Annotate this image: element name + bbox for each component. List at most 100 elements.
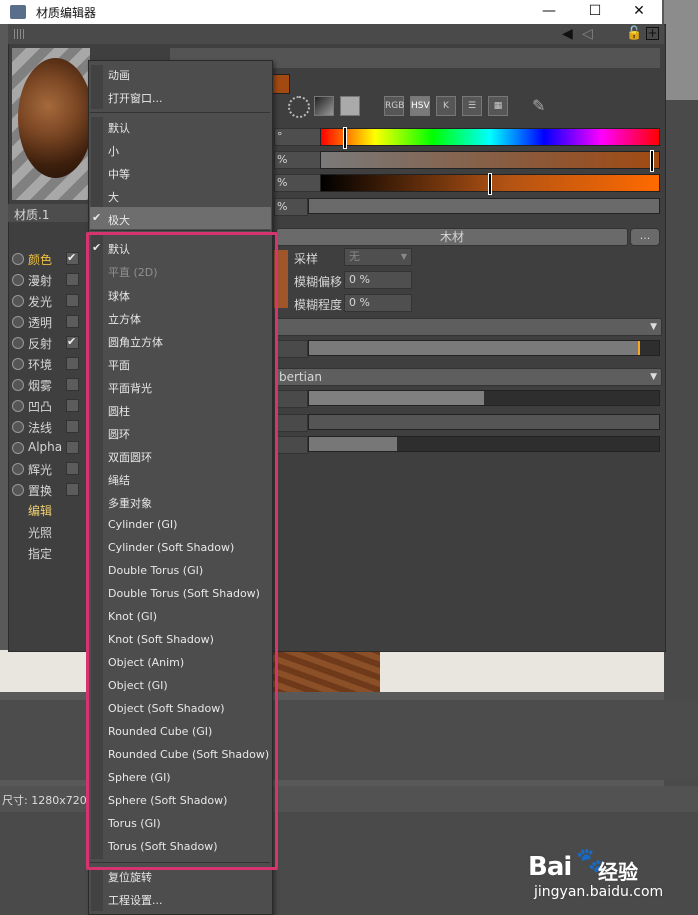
menu-item[interactable]: 默认 bbox=[108, 120, 130, 136]
channel-checkbox[interactable] bbox=[66, 420, 79, 433]
roughness-field[interactable] bbox=[276, 414, 308, 432]
color-wheel-icon[interactable] bbox=[288, 96, 310, 118]
blur-amount-field[interactable]: 0 % bbox=[344, 294, 412, 312]
menu-item[interactable]: 复位旋转 bbox=[108, 869, 152, 885]
chevron-down-icon: ▼ bbox=[400, 252, 407, 261]
brightness-field[interactable]: % bbox=[274, 198, 308, 216]
mixer-icon[interactable]: ☰ bbox=[462, 96, 482, 116]
window-title: 材质编辑器 bbox=[36, 6, 97, 20]
value-marker[interactable] bbox=[488, 173, 492, 195]
kelvin-button[interactable]: K bbox=[436, 96, 456, 116]
channel-checkbox[interactable] bbox=[66, 335, 79, 349]
radio-icon[interactable] bbox=[12, 421, 24, 433]
channel-checkbox[interactable] bbox=[66, 483, 79, 496]
saturation-marker[interactable] bbox=[650, 150, 654, 172]
mix-mode-dropdown[interactable]: ▼ bbox=[276, 318, 662, 336]
blur-offset-field[interactable]: 0 % bbox=[344, 271, 412, 289]
channel-row[interactable]: 反射 bbox=[12, 333, 92, 353]
menu-item[interactable]: 动画 bbox=[108, 67, 130, 83]
lock-icon[interactable]: 🔓 bbox=[626, 26, 642, 41]
channel-label: 置换 bbox=[28, 484, 53, 498]
value-field[interactable]: % bbox=[274, 174, 322, 192]
hue-marker[interactable] bbox=[343, 127, 347, 149]
radio-icon[interactable] bbox=[12, 253, 24, 265]
channel-checkbox[interactable] bbox=[66, 315, 79, 328]
app-icon bbox=[10, 5, 26, 19]
saturation-slider[interactable] bbox=[320, 150, 660, 172]
roughness-slider[interactable] bbox=[308, 414, 660, 430]
channel-checkbox[interactable] bbox=[66, 378, 79, 391]
mix-strength-slider[interactable] bbox=[308, 340, 660, 356]
channel-row[interactable]: 凹凸 bbox=[12, 396, 92, 416]
radio-icon[interactable] bbox=[12, 379, 24, 391]
close-button[interactable]: ✕ bbox=[616, 0, 662, 24]
channel-checkbox[interactable] bbox=[66, 399, 79, 412]
mix-strength-field[interactable] bbox=[276, 340, 308, 358]
channel-row[interactable]: Alpha bbox=[12, 438, 92, 458]
grip-icon[interactable] bbox=[14, 29, 26, 39]
diffuse-strength-slider[interactable] bbox=[308, 390, 660, 406]
chevron-down-icon: ▼ bbox=[650, 322, 657, 332]
sampling-select[interactable]: 无 ▼ bbox=[344, 248, 412, 266]
channel-assign[interactable]: 指定 bbox=[28, 545, 52, 562]
hsv-button[interactable]: HSV bbox=[410, 96, 430, 116]
channel-checkbox[interactable] bbox=[66, 441, 79, 454]
channel-checkbox[interactable] bbox=[66, 273, 79, 286]
diffuse-strength-field[interactable] bbox=[276, 390, 308, 408]
maximize-button[interactable]: ☐ bbox=[572, 0, 618, 24]
channel-row[interactable]: 颜色 bbox=[12, 249, 92, 269]
radio-icon[interactable] bbox=[12, 316, 24, 328]
radio-icon[interactable] bbox=[12, 358, 24, 370]
texture-more-button[interactable]: ... bbox=[630, 228, 660, 246]
channel-row[interactable]: 漫射 bbox=[12, 270, 92, 290]
rgb-button[interactable]: RGB bbox=[384, 96, 404, 116]
brightness-slider[interactable] bbox=[308, 198, 660, 214]
channel-row[interactable]: 透明 bbox=[12, 312, 92, 332]
texture-button[interactable]: 木材 bbox=[276, 228, 628, 246]
menu-item[interactable]: 极大 bbox=[108, 212, 130, 228]
channel-row[interactable]: 发光 bbox=[12, 291, 92, 311]
extra-slider[interactable] bbox=[308, 436, 660, 452]
extra-field[interactable] bbox=[276, 436, 308, 454]
hue-slider[interactable] bbox=[320, 127, 660, 149]
channel-row[interactable]: 置换 bbox=[12, 480, 92, 500]
channel-checkbox[interactable] bbox=[66, 462, 79, 475]
minimize-button[interactable]: — bbox=[526, 0, 572, 24]
radio-icon[interactable] bbox=[12, 463, 24, 475]
arrow-up-icon[interactable]: ◁ bbox=[582, 26, 593, 42]
hue-field[interactable]: ° bbox=[274, 128, 322, 146]
channel-edit[interactable]: 编辑 bbox=[28, 502, 52, 519]
arrow-left-icon[interactable]: ◀ bbox=[562, 26, 573, 42]
new-window-icon[interactable]: + bbox=[646, 27, 659, 40]
radio-icon[interactable] bbox=[12, 442, 24, 454]
menu-item[interactable]: 中等 bbox=[108, 166, 130, 182]
channel-illumination[interactable]: 光照 bbox=[28, 524, 52, 541]
value-slider[interactable] bbox=[320, 173, 660, 195]
channel-row[interactable]: 烟雾 bbox=[12, 375, 92, 395]
eyedropper-icon[interactable]: ✎ bbox=[532, 96, 545, 115]
menu-item[interactable]: 工程设置... bbox=[108, 892, 163, 908]
spectrum-icon[interactable] bbox=[314, 96, 334, 116]
image-icon[interactable] bbox=[340, 96, 360, 116]
channel-row[interactable]: 法线 bbox=[12, 417, 92, 437]
channel-checkbox[interactable] bbox=[66, 294, 79, 307]
menu-item[interactable]: 大 bbox=[108, 189, 119, 205]
channel-checkbox[interactable] bbox=[66, 357, 79, 370]
radio-icon[interactable] bbox=[12, 337, 24, 349]
menu-item[interactable]: 打开窗口... bbox=[108, 90, 163, 106]
saturation-field[interactable]: % bbox=[274, 151, 322, 169]
color-swatch[interactable] bbox=[270, 74, 290, 94]
channel-row[interactable]: 辉光 bbox=[12, 459, 92, 479]
material-name-field[interactable]: 材质.1 bbox=[8, 204, 90, 222]
radio-icon[interactable] bbox=[12, 484, 24, 496]
channel-checkbox[interactable] bbox=[66, 251, 79, 265]
mix-strength-fill bbox=[309, 341, 638, 355]
channel-row[interactable]: 环境 bbox=[12, 354, 92, 374]
radio-icon[interactable] bbox=[12, 295, 24, 307]
saturation-unit: % bbox=[277, 153, 288, 166]
radio-icon[interactable] bbox=[12, 274, 24, 286]
radio-icon[interactable] bbox=[12, 400, 24, 412]
swatches-icon[interactable]: ▦ bbox=[488, 96, 508, 116]
menu-item[interactable]: 小 bbox=[108, 143, 119, 159]
diffuse-model-dropdown[interactable]: bertian ▼ bbox=[276, 368, 662, 386]
